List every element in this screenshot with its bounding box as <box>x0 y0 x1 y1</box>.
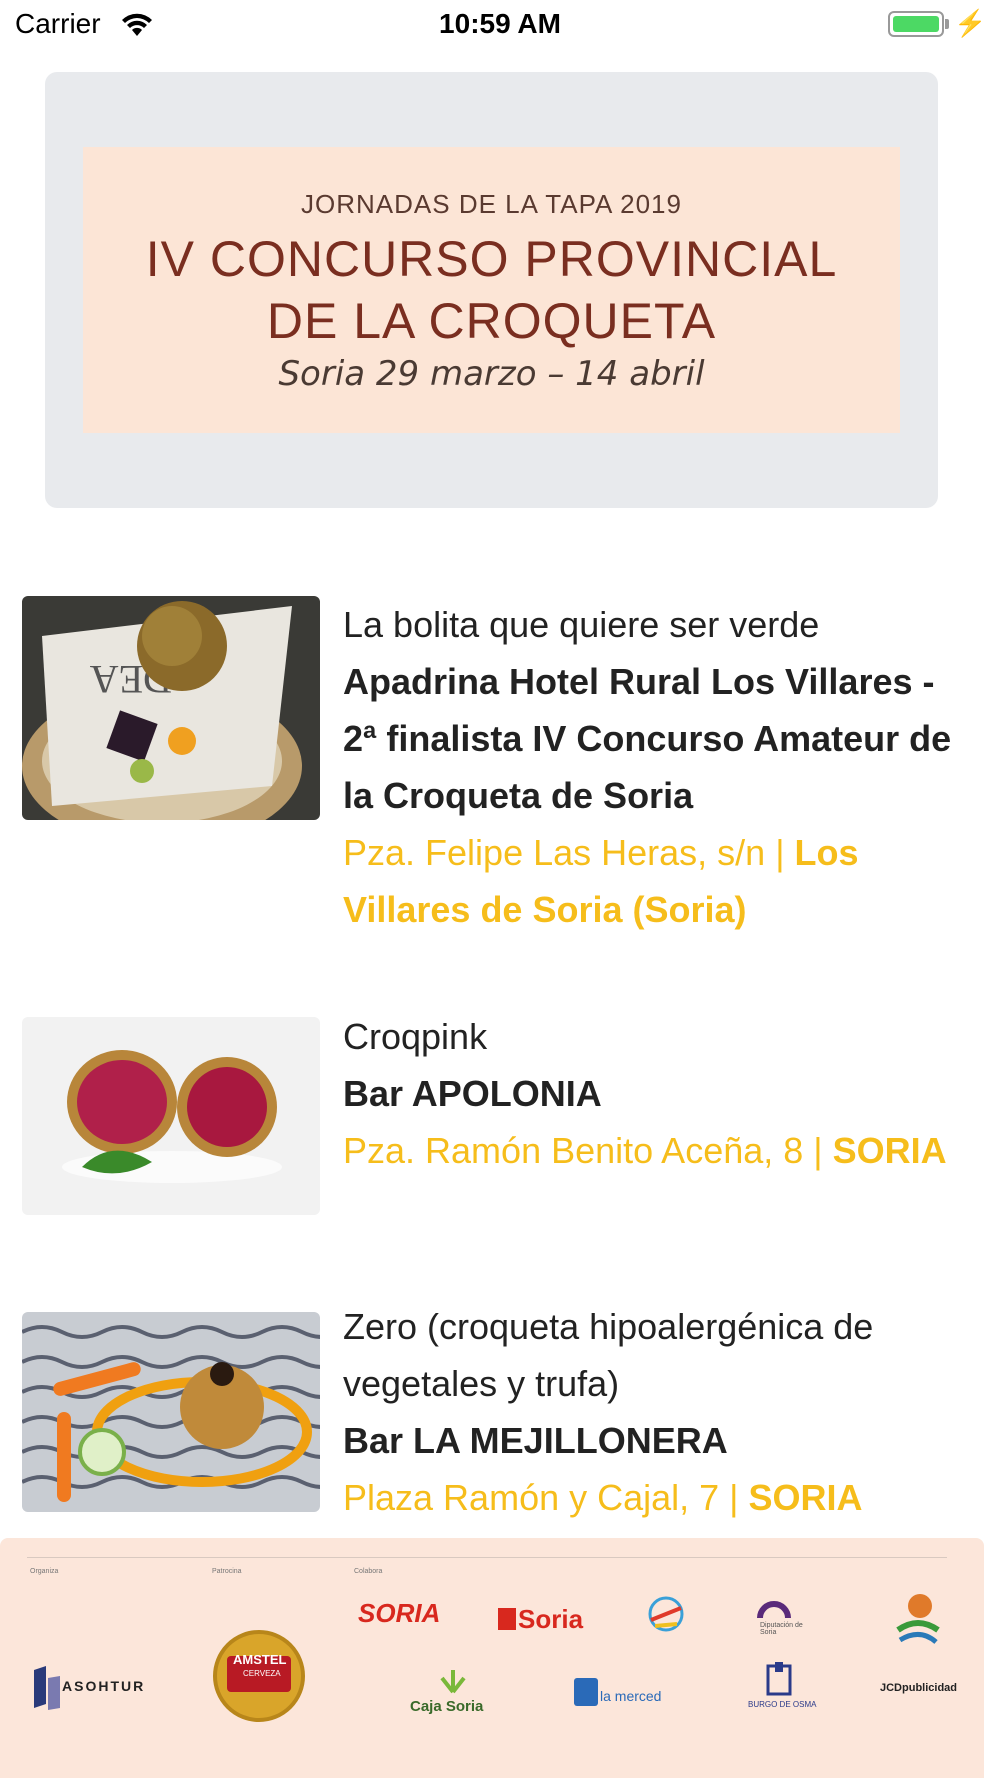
soria-city-shield-icon <box>498 1608 516 1630</box>
address-line: Plaza Ramón y Cajal, 7 | SORIA <box>343 1469 963 1526</box>
clock-label: 10:59 AM <box>439 8 561 39</box>
sponsor-name: Bar LA MEJILLONERA <box>343 1420 728 1461</box>
banner-dates: Soria 29 marzo – 14 abril <box>278 354 705 394</box>
soria-green-logo-icon <box>896 1594 940 1644</box>
banner-subtitle: JORNADAS DE LA TAPA 2019 <box>301 189 682 219</box>
address-text: Pza. Felipe Las Heras, s/n | <box>343 832 795 873</box>
asohtur-logo-icon <box>34 1666 60 1710</box>
list-item[interactable]: DEA La bolita que quiere ser verde Apadr… <box>0 596 1000 942</box>
list-item[interactable]: Croqpink Bar APOLONIA Pza. Ramón Benito … <box>0 1008 1000 1240</box>
charging-icon: ⚡ <box>954 8 987 38</box>
tapa-name: Croqpink <box>343 1016 488 1057</box>
banner-title-line1: IV CONCURSO PROVINCIAL <box>145 231 838 287</box>
diputacion-logo-icon <box>757 1601 791 1619</box>
list-item[interactable]: Zero (croqueta hipoalergénica de vegetal… <box>0 1298 1000 1528</box>
event-banner[interactable]: JORNADAS DE LA TAPA 2019 IV CONCURSO PRO… <box>45 72 938 508</box>
banner-title-line2: DE LA CROQUETA <box>266 293 717 349</box>
address-line: Pza. Felipe Las Heras, s/n | Los Villare… <box>343 824 963 938</box>
sponsors-footer: Organiza Patrocina Colabora ASOHTUR AMST… <box>0 1538 984 1778</box>
tapa-photo <box>22 1017 320 1215</box>
caption-colabora: Colabora <box>354 1568 383 1575</box>
address-text: Plaza Ramón y Cajal, 7 | <box>343 1477 749 1518</box>
amstel-logo: AMSTEL <box>233 1652 287 1667</box>
jcd-logo: JCDpublicidad <box>880 1682 958 1694</box>
burgo-osma-logo: BURGO DE OSMA <box>748 1700 817 1709</box>
banner-card: JORNADAS DE LA TAPA 2019 IV CONCURSO PRO… <box>83 147 900 433</box>
tapa-photo: DEA <box>22 596 320 820</box>
soria-city-logo: Soria <box>518 1604 584 1634</box>
asohtur-logo: ASOHTUR <box>62 1678 146 1694</box>
tapa-photo <box>22 1312 320 1512</box>
emblem-icon <box>648 1596 684 1632</box>
address-text: Pza. Ramón Benito Aceña, 8 | <box>343 1130 833 1171</box>
status-bar: Carrier 10:59 AM ⚡ <box>0 0 1000 50</box>
footer-divider <box>27 1557 947 1558</box>
tapa-name: Zero (croqueta hipoalergénica de vegetal… <box>343 1306 874 1404</box>
city-text: SORIA <box>832 1130 947 1171</box>
la-merced-logo: la merced <box>600 1688 662 1704</box>
battery-tip <box>945 19 949 29</box>
tapa-name: La bolita que quiere ser verde <box>343 604 820 645</box>
address-line: Pza. Ramón Benito Aceña, 8 | SORIA <box>343 1122 963 1179</box>
amstel-logo-sub: CERVEZA <box>243 1669 281 1678</box>
sponsor-name: Bar APOLONIA <box>343 1073 602 1114</box>
diputacion-logo: Diputación de Soria <box>760 1622 803 1636</box>
soria-tourism-logo: SORIA <box>358 1598 441 1628</box>
sponsor-name: Apadrina Hotel Rural Los Villares - 2ª f… <box>343 661 952 816</box>
la-merced-logo-icon <box>574 1678 598 1706</box>
caja-soria-logo-icon <box>440 1670 466 1694</box>
caption-patrocina: Patrocina <box>212 1568 242 1575</box>
battery-icon <box>888 11 944 37</box>
city-text: SORIA <box>748 1477 863 1518</box>
caption-organiza: Organiza <box>30 1568 59 1575</box>
burgo-osma-logo-icon <box>766 1662 792 1696</box>
caja-soria-logo: Caja Soria <box>410 1698 484 1715</box>
